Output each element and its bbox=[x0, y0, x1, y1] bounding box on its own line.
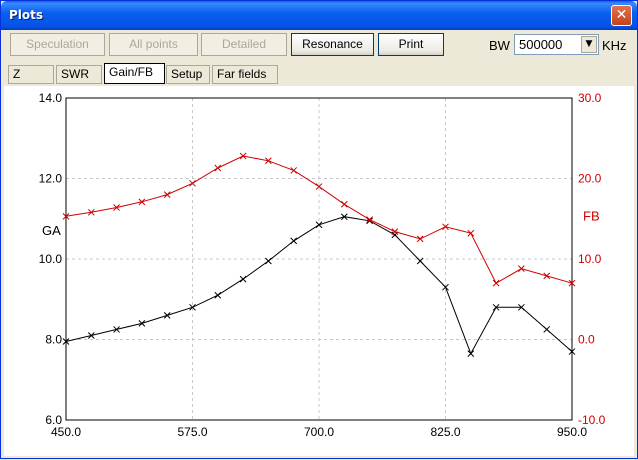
window-title: Plots bbox=[9, 8, 44, 22]
y-tick-label: 10.0 bbox=[39, 252, 63, 266]
fb-point bbox=[518, 265, 525, 273]
all-points-button[interactable]: All points bbox=[109, 33, 198, 56]
y2-tick-label: 30.0 bbox=[578, 91, 602, 105]
fb-point bbox=[492, 279, 500, 287]
resonance-button[interactable]: Resonance bbox=[291, 33, 374, 56]
gain-point bbox=[391, 231, 399, 239]
close-icon[interactable]: ✕ bbox=[611, 5, 632, 26]
tab-setup[interactable]: Setup bbox=[166, 65, 210, 84]
plot-area: 450.0 575.0 700.0 825.0 950.0 14.0 12.0 10.0 8.0… bbox=[4, 86, 634, 456]
client-area: Speculation All points Detailed Resonanc… bbox=[4, 30, 634, 456]
fb-point bbox=[214, 164, 222, 172]
y-tick-label: 12.0 bbox=[39, 172, 63, 186]
tab-gain-fb[interactable]: Gain/FB bbox=[104, 63, 165, 84]
bw-value: 500000 bbox=[519, 37, 563, 52]
gain-point bbox=[467, 350, 475, 357]
plots-window: Plots ✕ Speculation All points Detailed … bbox=[0, 0, 638, 459]
grid bbox=[66, 98, 572, 420]
y2-tick-label: 10.0 bbox=[578, 252, 602, 266]
chevron-down-icon[interactable]: ▼ bbox=[581, 36, 597, 53]
tick-labels: 450.0 575.0 700.0 825.0 950.0 14.0 12.0 10.0 8.0… bbox=[39, 91, 606, 439]
fb-point bbox=[467, 229, 475, 237]
fb-point bbox=[163, 191, 171, 198]
gain-point bbox=[163, 311, 171, 319]
bw-select[interactable]: 500000 ▼ bbox=[514, 34, 599, 55]
fb-point bbox=[543, 272, 551, 280]
fb-point bbox=[391, 228, 399, 235]
tab-far-fields[interactable]: Far fields bbox=[212, 65, 278, 84]
speculation-button[interactable]: Speculation bbox=[10, 33, 105, 56]
gain-point bbox=[239, 275, 247, 283]
tab-bar: Z SWR Gain/FB Setup Far fields bbox=[4, 63, 634, 85]
x-tick-label: 700.0 bbox=[304, 425, 334, 439]
y-axis-label: GA bbox=[42, 223, 61, 238]
y-tick-label: 14.0 bbox=[39, 91, 63, 105]
fb-point bbox=[416, 235, 424, 243]
y2-tick-label: -10.0 bbox=[578, 413, 606, 427]
y2-tick-label: 20.0 bbox=[578, 172, 602, 186]
fb-point bbox=[290, 167, 298, 174]
gain-point bbox=[290, 237, 298, 245]
fb-point bbox=[340, 200, 348, 208]
title-bar[interactable]: Plots ✕ bbox=[1, 1, 637, 30]
gain-point bbox=[214, 291, 222, 299]
detailed-button[interactable]: Detailed bbox=[201, 33, 287, 56]
bw-label: BW bbox=[489, 38, 510, 53]
fb-point bbox=[366, 216, 373, 223]
y-tick-label: 6.0 bbox=[45, 413, 62, 427]
print-button[interactable]: Print bbox=[378, 33, 444, 56]
x-tick-label: 575.0 bbox=[177, 425, 207, 439]
x-tick-label: 450.0 bbox=[51, 425, 81, 439]
gain-point bbox=[265, 257, 272, 265]
fb-point bbox=[189, 179, 196, 187]
y2-axis-label: FB bbox=[583, 208, 600, 223]
bw-unit-label: KHz bbox=[602, 38, 627, 53]
x-tick-label: 825.0 bbox=[430, 425, 460, 439]
y2-tick-label: 0.0 bbox=[578, 333, 595, 347]
tab-swr[interactable]: SWR bbox=[56, 65, 102, 84]
gain-point bbox=[543, 326, 551, 333]
tab-z[interactable]: Z bbox=[8, 65, 54, 84]
x-tick-label: 950.0 bbox=[557, 425, 587, 439]
y-tick-label: 8.0 bbox=[45, 333, 62, 347]
gain-fb-chart: 450.0 575.0 700.0 825.0 950.0 14.0 12.0 10.0 8.0… bbox=[39, 91, 606, 439]
